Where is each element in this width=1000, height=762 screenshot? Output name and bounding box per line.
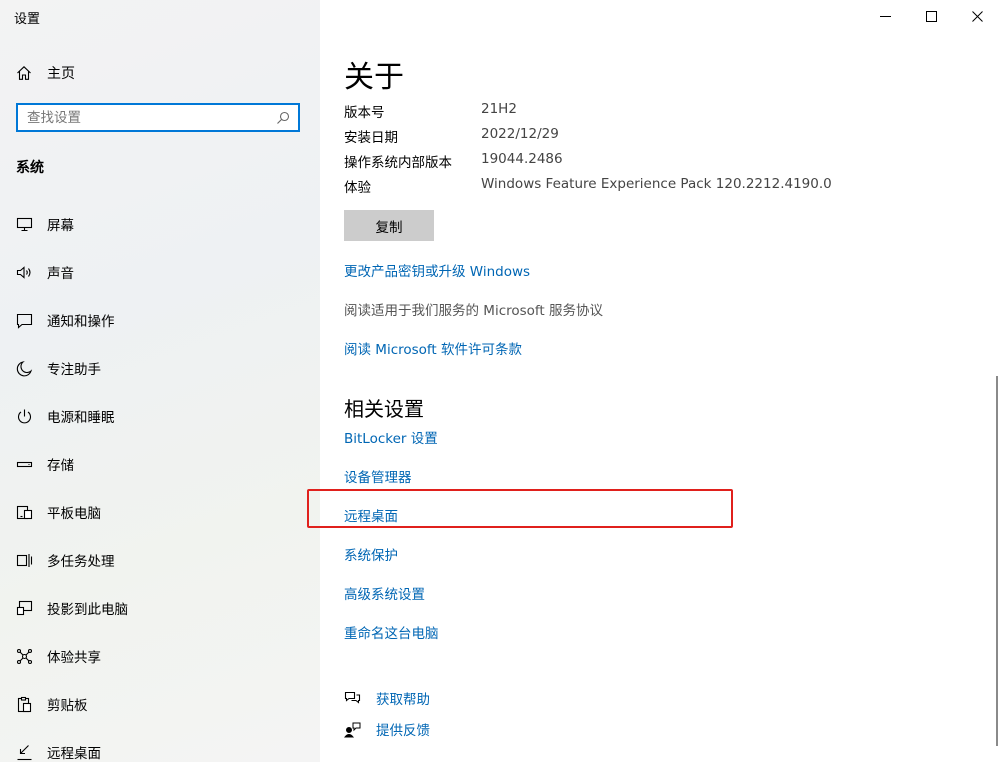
clipboard-icon <box>17 696 32 712</box>
spec-value: Windows Feature Experience Pack 120.2212… <box>481 176 832 192</box>
home-label: 主页 <box>47 66 75 82</box>
sidebar-item-storage[interactable]: 存储 <box>0 440 320 488</box>
remote-desktop-highlight <box>307 489 733 528</box>
license-terms-link[interactable]: 阅读 Microsoft 软件许可条款 <box>344 338 522 358</box>
advanced-system-settings-link[interactable]: 高级系统设置 <box>344 583 425 603</box>
sidebar-item-clipboard[interactable]: 剪贴板 <box>0 680 320 728</box>
sidebar-item-focus-assist[interactable]: 专注助手 <box>0 344 320 392</box>
spec-key: 操作系统内部版本 <box>344 155 452 171</box>
window-title: 设置 <box>14 12 41 27</box>
change-product-key-link[interactable]: 更改产品密钥或升级 Windows <box>344 260 530 280</box>
sidebar-item-label: 电源和睡眠 <box>47 410 115 426</box>
sidebar-item-power-sleep[interactable]: 电源和睡眠 <box>0 392 320 440</box>
sidebar-item-sound[interactable]: 声音 <box>0 248 320 296</box>
sidebar-item-label: 声音 <box>47 266 74 282</box>
spec-key: 安装日期 <box>344 130 398 146</box>
spec-key: 体验 <box>344 180 371 196</box>
scrollbar[interactable] <box>996 376 998 746</box>
sidebar-item-notifications[interactable]: 通知和操作 <box>0 296 320 344</box>
search-icon[interactable] <box>276 111 290 125</box>
feedback-icon <box>344 722 361 737</box>
maximize-icon <box>925 10 937 22</box>
remote-desktop-icon <box>17 744 32 760</box>
get-help-link[interactable]: 获取帮助 <box>344 688 430 708</box>
sidebar-nav: 屏幕 声音 通知和操作 专注助手 电源和睡眠 存储 平板电脑 多任务处理 投影到… <box>0 200 320 762</box>
close-button[interactable] <box>954 0 1000 32</box>
spec-value: 19044.2486 <box>481 151 563 167</box>
related-settings-title: 相关设置 <box>344 397 424 421</box>
monitor-icon <box>16 217 33 231</box>
give-feedback-link[interactable]: 提供反馈 <box>344 719 430 739</box>
spec-value: 2022/12/29 <box>481 126 559 142</box>
search-box[interactable] <box>16 103 300 132</box>
sidebar-item-shared-experiences[interactable]: 体验共享 <box>0 632 320 680</box>
power-icon <box>17 409 32 423</box>
service-agreement-text: 阅读适用于我们服务的 Microsoft 服务协议 <box>344 303 604 319</box>
spec-value: 21H2 <box>481 101 517 117</box>
sidebar-item-label: 平板电脑 <box>47 506 101 522</box>
sidebar-item-label: 专注助手 <box>47 362 101 378</box>
give-feedback-label: 提供反馈 <box>376 723 430 739</box>
sidebar: 设置 主页 系统 屏幕 声音 通知和操作 专注助手 电源和睡眠 <box>0 0 320 762</box>
home-icon <box>17 66 31 80</box>
sidebar-item-label: 存储 <box>47 458 74 474</box>
device-manager-link[interactable]: 设备管理器 <box>344 466 412 486</box>
sidebar-item-label: 体验共享 <box>47 650 101 666</box>
minimize-icon <box>879 15 891 17</box>
minimize-button[interactable] <box>862 0 908 32</box>
close-icon <box>971 10 983 22</box>
sidebar-item-label: 远程桌面 <box>47 746 101 762</box>
page-title: 关于 <box>344 60 404 95</box>
rename-pc-link[interactable]: 重命名这台电脑 <box>344 622 439 642</box>
storage-icon <box>16 461 33 467</box>
spec-key: 版本号 <box>344 105 385 121</box>
get-help-label: 获取帮助 <box>376 692 430 708</box>
sidebar-item-remote-desktop[interactable]: 远程桌面 <box>0 728 320 762</box>
sidebar-item-project[interactable]: 投影到此电脑 <box>0 584 320 632</box>
spec-row: 版本号 21H2 <box>344 101 517 121</box>
spec-row: 体验 Windows Feature Experience Pack 120.2… <box>344 176 832 196</box>
sidebar-item-label: 屏幕 <box>47 218 74 234</box>
system-protection-link[interactable]: 系统保护 <box>344 544 398 564</box>
sidebar-item-label: 通知和操作 <box>47 314 115 330</box>
maximize-button[interactable] <box>908 0 954 32</box>
share-icon <box>16 648 33 664</box>
spec-row: 操作系统内部版本 19044.2486 <box>344 151 563 171</box>
moon-icon <box>16 360 33 376</box>
spec-row: 安装日期 2022/12/29 <box>344 126 559 146</box>
project-icon <box>16 600 33 615</box>
home-nav[interactable]: 主页 <box>16 62 75 84</box>
help-chat-icon <box>344 691 361 704</box>
section-title: 系统 <box>16 160 44 176</box>
tablet-icon <box>16 505 33 519</box>
sidebar-item-multitasking[interactable]: 多任务处理 <box>0 536 320 584</box>
search-input[interactable] <box>27 109 267 127</box>
sidebar-item-label: 剪贴板 <box>47 698 88 714</box>
sidebar-item-label: 多任务处理 <box>47 554 115 570</box>
copy-button[interactable]: 复制 <box>344 210 434 241</box>
sidebar-item-display[interactable]: 屏幕 <box>0 200 320 248</box>
speaker-icon <box>16 265 31 279</box>
sidebar-item-label: 投影到此电脑 <box>47 602 128 618</box>
notification-icon <box>16 313 33 329</box>
bitlocker-settings-link[interactable]: BitLocker 设置 <box>344 427 438 447</box>
sidebar-item-tablet[interactable]: 平板电脑 <box>0 488 320 536</box>
main-content: 关于 版本号 21H2 安装日期 2022/12/29 操作系统内部版本 190… <box>307 0 1000 762</box>
multitasking-icon <box>16 553 33 567</box>
